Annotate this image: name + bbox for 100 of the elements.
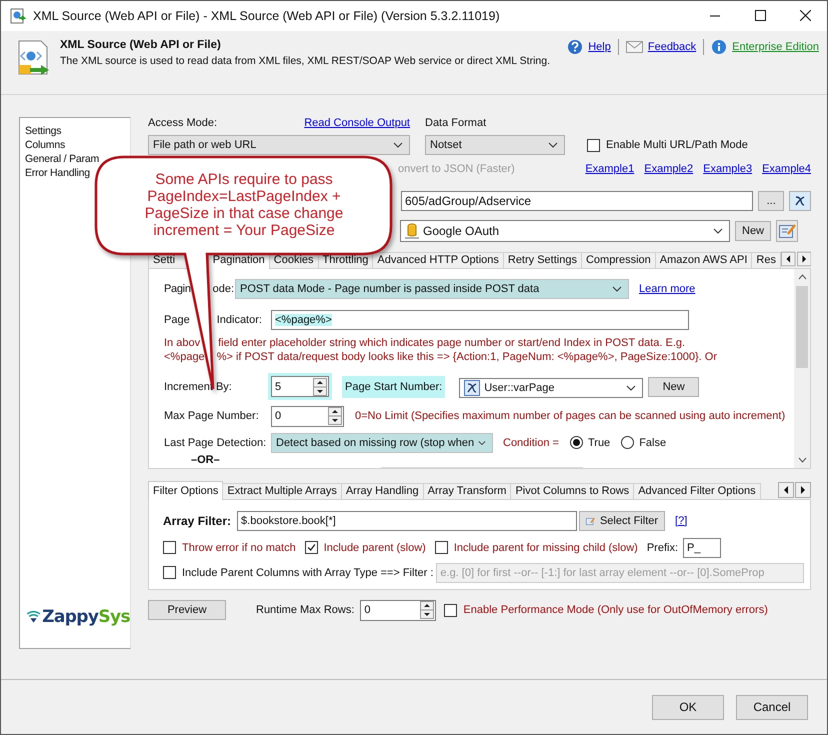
select-filter-button[interactable]: Select Filter — [579, 510, 666, 531]
edit-button[interactable] — [776, 220, 798, 242]
sidebar-item[interactable]: General / Param — [25, 152, 100, 166]
tab[interactable]: Array Handling — [340, 482, 424, 499]
access-mode-dropdown[interactable]: File path or web URL — [148, 134, 410, 155]
performance-mode-label: Enable Performance Mode (Only use for OutOfMemory errors) — [463, 604, 768, 616]
chevron-down-icon — [626, 384, 636, 391]
option-label: Include parent for missing child (slow) — [454, 542, 638, 554]
tab[interactable]: Filter Options — [148, 480, 224, 500]
chevron-down-icon — [612, 286, 622, 292]
chevron-down-icon — [713, 228, 723, 234]
hint-text: %> if POST data/request body looks like this => {Action:1, PageNum: <%page%>, PageSize:1000}. Or — [216, 350, 717, 364]
new-connection-button[interactable]: New — [735, 220, 772, 241]
tab[interactable]: Array Transform — [422, 482, 512, 499]
edit-form-icon — [778, 223, 796, 238]
help-link[interactable]: [?] — [675, 514, 688, 527]
dialog-button[interactable]: OK — [652, 694, 724, 720]
data-format-dropdown[interactable]: Notset — [425, 134, 565, 155]
page-start-dropdown[interactable]: User::varPage — [459, 378, 644, 398]
radio-button[interactable] — [570, 436, 583, 450]
app-icon — [10, 8, 26, 24]
sidebar-item[interactable]: Settings — [25, 124, 62, 138]
sidebar-item[interactable]: Columns — [25, 138, 66, 152]
tab[interactable]: Extract Multiple Arrays — [222, 482, 342, 499]
pagination-mode-dropdown[interactable]: POST data Mode - Page number is passed inside POST data — [235, 278, 629, 299]
example-link[interactable]: Example3 — [703, 162, 752, 175]
logo-text: ZappySys — [42, 606, 130, 627]
scroll-left-icon[interactable] — [778, 482, 794, 498]
browse-button[interactable]: ... — [758, 190, 784, 211]
url-input[interactable]: 605/adGroup/Adservice — [401, 190, 754, 211]
indicator-label: Indicator: — [216, 314, 262, 326]
convert-json-label: onvert to JSON (Faster) — [398, 162, 515, 175]
info-icon — [711, 38, 728, 55]
array-filter-input[interactable]: $.bookstore.book[*] — [237, 510, 578, 531]
feedback-link[interactable]: Feedback — [648, 40, 696, 53]
preview-button[interactable]: Preview — [148, 600, 226, 620]
read-console-output-link[interactable]: Read Console Output — [304, 116, 410, 133]
spin-arrows-icon — [328, 407, 342, 426]
dialog-button[interactable]: Cancel — [736, 694, 808, 720]
array-filter-label: Array Filter: — [163, 514, 232, 528]
parent-columns-label: Include Parent Columns with Array Type ==> Filter : — [182, 566, 434, 579]
tab[interactable]: Compression — [580, 252, 656, 268]
multi-url-label: Enable Multi URL/Path Mode — [606, 139, 748, 152]
tab[interactable]: Advanced Filter Options — [633, 482, 761, 499]
option-label: Throw error if no match — [182, 542, 296, 554]
max-page-note: 0=No Limit (Specifies maximum number of pages can be scanned using auto increment) — [355, 410, 786, 422]
variable-x-icon — [794, 194, 806, 207]
checkbox[interactable] — [434, 541, 448, 554]
scroll-down-icon[interactable] — [798, 456, 806, 463]
max-page-label: Max Page Number: — [164, 410, 260, 422]
pagination-mode-label: Pagin — [164, 282, 191, 295]
cylinder-icon — [405, 222, 419, 239]
increment-label: Increment By: — [164, 380, 233, 393]
scroll-up-icon[interactable] — [798, 274, 806, 280]
last-page-dropdown[interactable]: Detect based on missing row (stop when — [271, 432, 493, 453]
last-page-label: Last Page Detection: — [164, 436, 268, 449]
variable-button[interactable] — [789, 190, 811, 211]
checkbox[interactable] — [587, 138, 600, 152]
hint-text: field enter placeholder string which indicates page number or start/end Index in POST data. E.g. — [218, 336, 686, 350]
page-start-label: Page Start Number: — [342, 376, 446, 398]
example-link[interactable]: Example4 — [762, 162, 811, 175]
new-variable-button[interactable]: New — [648, 376, 700, 397]
checkbox[interactable] — [304, 541, 318, 554]
max-rows-spinner[interactable]: 0 — [360, 600, 436, 621]
hint-text: In abov — [164, 336, 200, 350]
edition-link[interactable]: Enterprise Edition — [732, 40, 819, 53]
radio-button[interactable] — [621, 436, 634, 450]
max-page-spinner[interactable]: 0 — [271, 406, 344, 427]
sidebar-item[interactable]: Error Handling — [25, 166, 90, 180]
indicator-input[interactable]: <%page%> — [271, 310, 689, 330]
connection-dropdown[interactable]: Google OAuth — [400, 220, 730, 242]
pagination-mode-label: ode: — [212, 282, 234, 295]
checkbox[interactable] — [163, 566, 176, 580]
access-mode-label: Access Mode: — [148, 116, 218, 131]
scroll-right-icon[interactable] — [796, 250, 812, 267]
learn-more-link[interactable]: Learn more — [639, 282, 696, 295]
increment-spinner[interactable]: 5 — [271, 376, 329, 398]
header-title: XML Source (Web API or File) — [60, 38, 222, 51]
radio-label: False — [639, 436, 666, 449]
prefix-input[interactable]: P_ — [683, 538, 722, 558]
scrollbar-thumb[interactable] — [796, 286, 808, 368]
help-link[interactable]: Help — [588, 40, 611, 53]
example-link[interactable]: Example2 — [644, 162, 694, 175]
spin-arrows-icon — [313, 378, 327, 396]
maximize-icon[interactable] — [755, 10, 766, 22]
example-link[interactable]: Example1 — [585, 162, 634, 175]
xml-file-icon — [17, 40, 51, 76]
close-icon[interactable] — [800, 10, 811, 22]
condition-label: Condition = — [503, 436, 559, 449]
checkbox[interactable] — [163, 541, 176, 554]
chevron-down-icon — [393, 142, 403, 148]
checkbox[interactable] — [444, 604, 458, 617]
option-label: Include parent (slow) — [324, 542, 426, 554]
tab[interactable]: Retry Settings — [502, 252, 582, 268]
scroll-left-icon[interactable] — [780, 250, 796, 267]
tab[interactable]: Res — [751, 252, 781, 268]
scroll-right-icon[interactable] — [795, 482, 811, 498]
hint-text: <%page — [164, 350, 205, 364]
scrollbar[interactable] — [794, 268, 810, 468]
data-format-label: Data Format — [425, 116, 486, 131]
